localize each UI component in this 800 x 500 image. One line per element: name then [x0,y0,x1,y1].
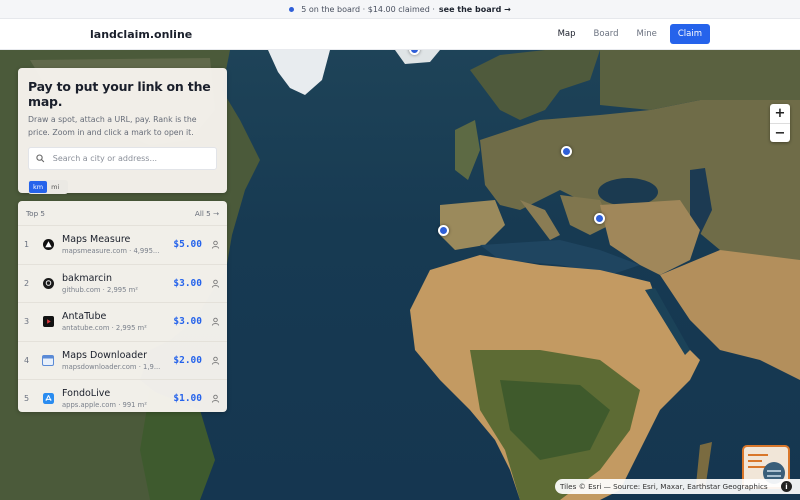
user-icon[interactable] [202,279,220,288]
entry-meta: antatube.com · 2,995 m² [62,324,147,333]
entry-price: $1.00 [173,393,202,405]
zoom-in-button[interactable]: + [770,104,790,123]
entry-name: Maps Downloader [62,349,147,361]
user-icon[interactable] [202,240,220,249]
user-icon[interactable] [202,394,220,403]
user-icon[interactable] [202,356,220,365]
search-icon [36,154,45,163]
see-board-link[interactable]: see the board → [439,5,511,14]
entry-name: bakmarcin [62,272,113,284]
map-marker[interactable] [438,225,449,236]
map-marker[interactable] [594,213,605,224]
leaderboard-row[interactable]: 1 Maps Measure mapsmeasure.com · 4,995..… [18,225,227,264]
nav-map[interactable]: Map [551,25,583,43]
info-icon[interactable]: i [781,481,792,492]
top5-title: Top 5 [26,208,45,218]
unit-km[interactable]: km [29,181,48,193]
announcement-bar: 5 on the board · $14.00 claimed · see th… [0,0,800,19]
entry-price: $3.00 [173,277,202,289]
user-icon[interactable] [202,317,220,326]
github-icon [42,277,54,289]
rank-number: 5 [24,394,30,404]
intro-title: Pay to put your link on the map. [28,79,211,109]
rank-number: 4 [24,355,30,365]
entry-name: Maps Measure [62,234,131,246]
claim-button[interactable]: Claim [669,24,710,44]
rank-number: 1 [24,240,30,250]
leaderboard-row[interactable]: 5 FondoLive apps.apple.com · 991 m² $1.0… [18,379,227,412]
leaderboard-row[interactable]: 3 AntaTube antatube.com · 2,995 m² $3.00 [18,302,227,341]
leaderboard-row[interactable]: 2 bakmarcin github.com · 2,995 m² $3.00 [18,263,227,303]
entry-meta: apps.apple.com · 991 m² [62,401,147,410]
intro-description: Draw a spot, attach a URL, pay. Rank is … [28,115,197,137]
nav-mine[interactable]: Mine [630,25,664,43]
entry-name: FondoLive [62,388,111,400]
main-nav: Map Board Mine Claim [551,24,710,44]
all-link[interactable]: All 5 → [195,209,219,218]
play-icon [42,316,54,328]
rank-number: 2 [24,278,30,288]
entry-meta: mapsdownloader.com · 1,9... [62,362,161,371]
nav-board[interactable]: Board [587,25,626,43]
top5-header: Top 5 All 5 → [18,201,227,225]
entry-price: $5.00 [173,239,202,251]
window-icon [42,354,54,366]
search-input[interactable] [52,154,209,163]
app-store-icon [42,393,54,405]
status-dot-icon [289,6,295,12]
zoom-control: + − [770,104,790,142]
entry-name: AntaTube [62,311,107,323]
top5-panel: Top 5 All 5 → 1 Maps Measure mapsmeasure… [18,201,227,412]
entry-price: $2.00 [173,354,202,366]
map-attribution: Tiles © Esri — Source: Esri, Maxar, Eart… [555,479,800,494]
announcement-text: 5 on the board · $14.00 claimed · [301,4,435,14]
zoom-out-button[interactable]: − [770,123,790,142]
intro-panel: Pay to put your link on the map. Draw a … [18,68,227,194]
map-marker[interactable] [561,146,572,157]
unit-toggle[interactable]: km mi [28,180,68,194]
unit-mi[interactable]: mi [47,181,63,193]
search-box[interactable] [28,147,217,170]
rank-number: 3 [24,317,30,327]
entry-meta: mapsmeasure.com · 4,995... [62,247,160,256]
site-logo[interactable]: landclaim.online [90,28,192,41]
triangle-logo-icon [42,239,54,251]
top-nav-header: landclaim.online Map Board Mine Claim [0,19,800,50]
leaderboard-row[interactable]: 4 Maps Downloader mapsdownloader.com · 1… [18,340,227,380]
entry-price: $3.00 [173,316,202,328]
entry-meta: github.com · 2,995 m² [62,285,138,294]
